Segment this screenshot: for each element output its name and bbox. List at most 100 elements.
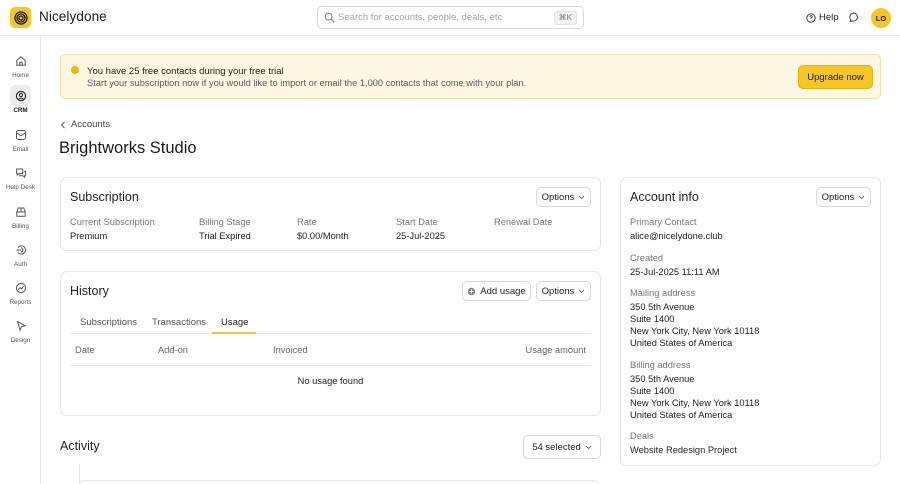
billing-address-line: New York City, New York 10118 [630,398,760,408]
sidebar-item-label: CRM [13,107,28,114]
help-label: Help [819,12,839,23]
upgrade-button[interactable]: Upgrade now [798,65,873,89]
tabs-divider [70,333,591,334]
current-subscription-value: Premium [70,231,108,241]
sidebar-item-label: Help Desk [5,184,36,191]
sidebar-item-home[interactable]: Home [0,50,41,86]
tab-transactions[interactable]: Transactions [152,317,206,328]
billing-icon [10,201,31,222]
email-icon [10,124,31,145]
start-date-label: Start Date [396,217,438,227]
chevron-down-icon [579,195,585,199]
sidebar-item-reports[interactable]: Reports [0,277,41,313]
chat-bubble-icon[interactable] [849,12,860,23]
activity-item[interactable] [79,480,599,484]
sidebar-item-design[interactable]: Design [0,315,41,351]
active-tab-indicator [212,332,256,334]
created-value: 25-Jul-2025 11:11 AM [630,267,720,277]
subscription-card: Subscription Options Current Subscriptio… [60,177,601,251]
tab-subscriptions[interactable]: Subscriptions [80,317,137,328]
plus-circle-icon [467,287,476,295]
chevron-down-icon [585,445,592,449]
account-info-card: Account info Options Primary Contact ali… [620,177,881,466]
mailing-address-label: Mailing address [630,288,696,298]
banner-title: You have 25 free contacts during your fr… [87,66,284,77]
table-header-divider [70,365,591,366]
user-avatar[interactable]: LO [871,8,891,28]
question-circle-icon [806,12,816,23]
mailing-address-line: United States of America [630,338,733,348]
created-label: Created [630,253,664,263]
sidebar-item-label: Auth [14,261,27,268]
sidebar-item-crm[interactable]: CRM [0,85,41,121]
sidebar-item-help-desk[interactable]: Help Desk [0,162,41,198]
billing-address-line: United States of America [630,410,733,420]
sidebar-item-label: Design [10,337,31,344]
sidebar-item-billing[interactable]: Billing [0,201,41,237]
history-options-button[interactable]: Options [536,281,591,301]
add-usage-label: Add usage [480,285,526,297]
mailing-address-line: Suite 1400 [630,314,675,324]
subscription-title: Subscription [70,190,139,204]
deal-link[interactable]: Website Redesign Project [630,445,737,455]
column-header-date: Date [75,345,95,355]
help-desk-icon [10,162,31,183]
trial-banner: You have 25 free contacts during your fr… [60,54,881,99]
app-logo[interactable] [10,7,31,28]
mailing-address-line: 350 5th Avenue [630,302,695,312]
start-date-value: 25-Jul-2025 [396,231,446,241]
chevron-left-icon [60,121,65,128]
billing-address-line: 350 5th Avenue [630,374,695,384]
primary-contact-label: Primary Contact [630,217,697,227]
search-icon [324,12,335,23]
global-search[interactable]: Search for accounts, people, deals, etc … [317,6,584,29]
breadcrumb-label[interactable]: Accounts [71,119,110,130]
search-shortcut-badge: ⌘K [553,11,577,25]
home-icon [10,50,31,71]
banner-subtitle: Start your subscription now if you would… [87,78,527,88]
subscription-options-button[interactable]: Options [536,187,591,207]
top-bar: Nicelydone Search for accounts, people, … [0,0,900,36]
sidebar-item-auth[interactable]: Auth [0,239,41,275]
activity-title: Activity [60,439,100,453]
activity-filter-label: 54 selected [532,441,581,453]
sidebar: Home CRM Email Help Desk Billing Auth Re… [0,36,41,484]
chevron-down-icon [859,195,865,199]
options-label: Options [821,191,855,203]
billing-stage-label: Billing Stage [199,217,251,227]
options-label: Options [541,191,575,203]
activity-filter-dropdown[interactable]: 54 selected [523,435,601,459]
account-options-button[interactable]: Options [816,187,871,207]
column-header-add-on: Add-on [158,345,188,355]
tab-usage[interactable]: Usage [221,317,248,328]
column-header-usage-amount: Usage amount [525,345,586,355]
auth-icon [10,239,31,260]
billing-address-line: Suite 1400 [630,386,675,396]
billing-stage-value: Trial Expired [199,231,251,241]
deals-label: Deals [630,431,654,441]
rate-label: Rate [297,217,317,227]
sidebar-item-email[interactable]: Email [0,124,41,160]
sidebar-item-label: Email [12,146,29,153]
history-card: History Add usage Options Subscriptions … [60,271,601,416]
options-label: Options [541,285,575,297]
design-icon [10,315,31,336]
rate-value: $0.00/Month [297,231,349,241]
help-button[interactable]: Help [806,12,839,23]
billing-address-label: Billing address [630,360,691,370]
add-usage-button[interactable]: Add usage [462,281,531,301]
sidebar-item-label: Home [12,72,29,79]
app-name: Nicelydone [39,9,107,24]
current-subscription-label: Current Subscription [70,217,155,227]
spiral-logo-icon [13,10,28,25]
warning-dot-icon [71,66,79,74]
search-input[interactable]: Search for accounts, people, deals, etc [338,12,502,23]
sidebar-item-label: Reports [9,299,32,306]
primary-contact-value[interactable]: alice@nicelydone.club [630,231,723,241]
account-info-title: Account info [630,190,699,204]
renewal-date-label: Renewal Date [494,217,553,227]
empty-state-text: No usage found [297,376,364,386]
page-title: Brightworks Studio [59,139,197,157]
breadcrumb[interactable]: Accounts [60,119,110,130]
sidebar-item-label: Billing [12,223,29,230]
